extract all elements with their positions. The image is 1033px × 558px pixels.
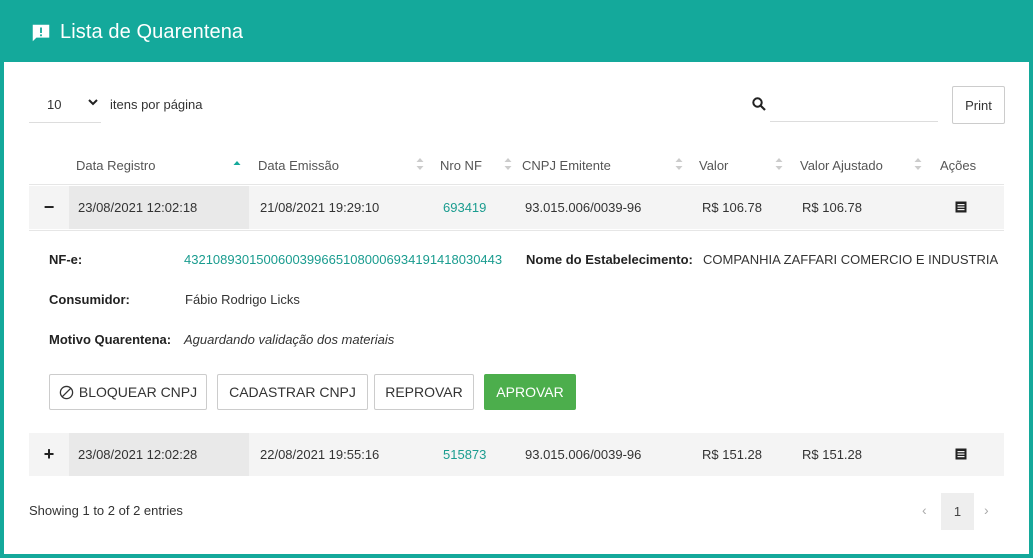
collapse-toggle[interactable]: −	[41, 197, 57, 217]
sort-icon[interactable]	[504, 157, 512, 171]
register-cnpj-button[interactable]: CADASTRAR CNPJ	[217, 374, 368, 410]
entries-info: Showing 1 to 2 of 2 entries	[29, 503, 183, 518]
column-header-data-emissao[interactable]: Data Emissão	[258, 158, 339, 173]
per-page-label: itens por página	[110, 97, 203, 112]
cell-valor: R$ 151.28	[702, 447, 762, 462]
per-page-select[interactable]: 10	[29, 90, 101, 123]
pager-next-button[interactable]: ›	[984, 502, 989, 518]
sort-icon[interactable]	[914, 157, 922, 171]
cell-cnpj: 93.015.006/0039-96	[525, 200, 642, 215]
motivo-value: Aguardando validação dos materiais	[184, 332, 395, 347]
cell-nro-nf-link[interactable]: 515873	[443, 447, 486, 462]
search-input[interactable]	[770, 89, 938, 122]
page-title: Lista de Quarentena	[60, 21, 244, 43]
ban-icon	[59, 385, 74, 399]
sort-icon[interactable]	[675, 157, 683, 171]
motivo-label: Motivo Quarentena:	[49, 332, 172, 347]
reject-button[interactable]: REPROVAR	[374, 374, 474, 410]
chevron-down-icon	[88, 99, 98, 106]
search-icon	[752, 97, 766, 111]
details-icon[interactable]	[955, 448, 967, 460]
cell-data-registro: 23/08/2021 12:02:28	[78, 447, 198, 462]
block-cnpj-label: BLOQUEAR CNPJ	[78, 384, 198, 400]
cell-valor: R$ 106.78	[702, 200, 762, 215]
column-header-data-registro[interactable]: Data Registro	[76, 158, 155, 173]
cell-nro-nf-link[interactable]: 693419	[443, 200, 486, 215]
sort-icon[interactable]	[416, 157, 424, 171]
cell-valor-ajustado: R$ 106.78	[802, 200, 862, 215]
panel-header: Lista de Quarentena	[4, 3, 1029, 62]
alert-message-icon	[32, 24, 50, 41]
approve-button[interactable]: APROVAR	[484, 374, 576, 410]
details-icon[interactable]	[955, 201, 967, 213]
table-row[interactable]: − 23/08/2021 12:02:18 21/08/2021 19:29:1…	[29, 186, 1004, 229]
cell-data-registro: 23/08/2021 12:02:18	[78, 200, 198, 215]
column-header-acoes: Ações	[940, 158, 977, 173]
quarantine-panel: Lista de Quarentena 10 itens por página …	[0, 0, 1033, 558]
column-header-valor[interactable]: Valor	[699, 158, 728, 173]
cell-cnpj: 93.015.006/0039-96	[525, 447, 642, 462]
column-header-cnpj-emitente[interactable]: CNPJ Emitente	[522, 158, 611, 173]
expand-toggle[interactable]: +	[41, 444, 57, 464]
pager-prev-button[interactable]: ‹	[922, 502, 927, 518]
estabelecimento-label: Nome do Estabelecimento:	[526, 252, 693, 267]
sort-asc-icon[interactable]	[233, 157, 241, 171]
per-page-value: 10	[47, 97, 62, 112]
cell-data-emissao: 21/08/2021 19:29:10	[260, 200, 380, 215]
table-row[interactable]: + 23/08/2021 12:02:28 22/08/2021 19:55:1…	[29, 433, 1004, 476]
print-button[interactable]: Print	[952, 86, 1005, 124]
consumidor-value: Fábio Rodrigo Licks	[185, 292, 300, 307]
column-header-valor-ajustado[interactable]: Valor Ajustado	[800, 158, 883, 173]
cell-valor-ajustado: R$ 151.28	[802, 447, 862, 462]
sort-icon[interactable]	[775, 157, 783, 171]
table-header: Data Registro Data Emissão Nro NF CNPJ E…	[29, 145, 1004, 185]
nfe-key-link[interactable]: 4321089301500600399665108000693419141803…	[184, 252, 502, 267]
pager-page-1[interactable]: 1	[941, 493, 974, 530]
consumidor-label: Consumidor:	[49, 292, 130, 307]
nfe-label: NF-e:	[49, 252, 83, 267]
cell-data-emissao: 22/08/2021 19:55:16	[260, 447, 380, 462]
block-cnpj-button[interactable]: BLOQUEAR CNPJ	[49, 374, 207, 410]
estabelecimento-value: COMPANHIA ZAFFARI COMERCIO E INDUSTRIA	[703, 252, 999, 267]
column-header-nro-nf[interactable]: Nro NF	[440, 158, 482, 173]
